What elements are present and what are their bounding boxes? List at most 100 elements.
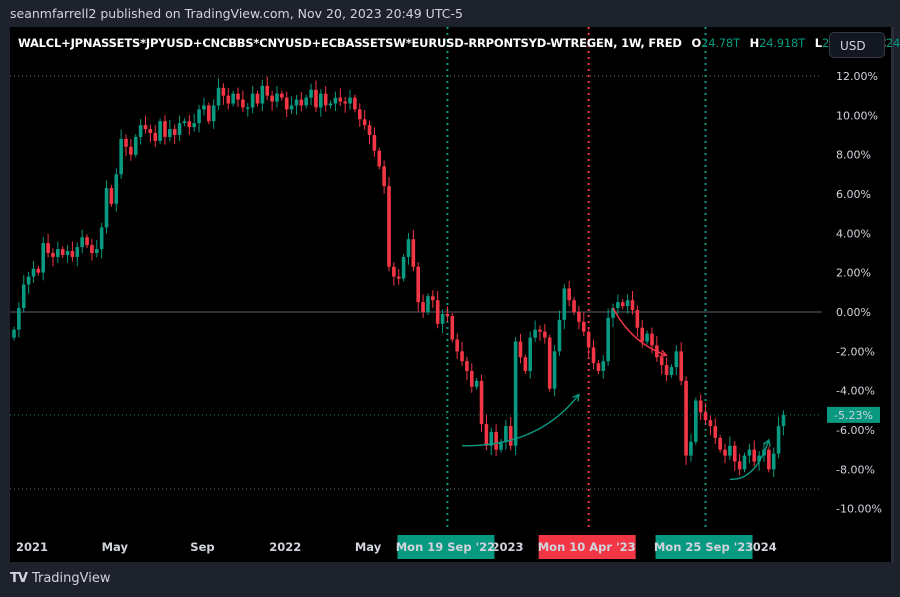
tradingview-logo-icon: TV — [10, 571, 28, 586]
last-value-label: -5.23% — [834, 409, 873, 422]
candle-body — [372, 134, 377, 151]
candle-body — [46, 243, 50, 253]
candle-body — [41, 243, 46, 273]
symbol-name[interactable]: WALCL+JPNASSETS*JPYUSD+CNCBBS*CNYUSD+ECB… — [18, 36, 682, 50]
candle-body — [650, 333, 654, 346]
candle-body — [669, 367, 674, 375]
candle-body — [703, 412, 708, 421]
candle-body — [401, 256, 406, 279]
candle-body — [60, 249, 65, 255]
candle-body — [338, 97, 343, 102]
tradingview-brand[interactable]: TV TradingView — [10, 571, 110, 586]
candle-body — [474, 380, 479, 387]
marker-date-label: Mon 25 Sep '23 — [654, 540, 753, 554]
candle-body — [182, 121, 187, 124]
candle-body — [518, 341, 523, 358]
y-tick-label: -4.00% — [836, 385, 875, 398]
candle-body — [543, 331, 547, 338]
candle-body — [231, 93, 235, 104]
candle-body — [289, 105, 294, 110]
candle-body — [270, 95, 274, 102]
candle-body — [275, 93, 279, 102]
candle-body — [294, 99, 299, 106]
candle-body — [601, 361, 606, 372]
candle-body — [552, 351, 557, 389]
candle-body — [523, 357, 528, 372]
y-tick-label: 0.00% — [836, 306, 871, 319]
vertical-markers — [446, 27, 707, 530]
candle-body — [718, 437, 722, 450]
candle-body — [216, 87, 221, 106]
candle-body — [168, 129, 172, 137]
candle-body — [104, 188, 109, 228]
candle-body — [752, 449, 757, 462]
candle-body — [133, 136, 138, 155]
candle-body — [56, 249, 60, 257]
candle-body — [421, 302, 425, 312]
candle-body — [75, 247, 80, 257]
candle-body — [143, 125, 148, 130]
candle-body — [309, 89, 313, 98]
y-tick-label: -8.00% — [836, 463, 875, 476]
candle-body — [581, 321, 586, 332]
candle-body — [36, 268, 41, 273]
candle-body — [742, 455, 747, 470]
candle-body — [265, 85, 270, 96]
currency-button[interactable]: USD — [829, 32, 885, 58]
candle-body — [250, 93, 255, 108]
candle-body — [630, 300, 635, 311]
candle-body — [138, 125, 143, 137]
candle-body — [392, 266, 396, 277]
candlestick-chart[interactable]: 12.00% 10.00% 8.00% 6.00% 4.00% 2.00% 0.00% -2.… — [0, 0, 900, 597]
x-tick-label: 2021 — [16, 540, 48, 554]
candle-body — [504, 426, 508, 442]
candle-body — [304, 97, 308, 106]
candle-body — [202, 105, 206, 110]
candle-body — [508, 426, 513, 446]
candle-body — [538, 329, 542, 332]
x-tick-label: 2023 — [491, 540, 523, 554]
time-axis: 2021 May Sep 2022 May 2023 2024Mon 19 Sep '22 M… — [16, 535, 777, 559]
candle-body — [357, 109, 362, 120]
candle-body — [596, 363, 601, 372]
candle-body — [323, 93, 328, 106]
candles — [12, 76, 786, 478]
candle-body — [51, 252, 55, 257]
candle-body — [124, 138, 128, 147]
candle-body — [435, 300, 440, 324]
y-tick-label: -2.00% — [836, 345, 875, 358]
candle-body — [591, 347, 596, 364]
candle-body — [625, 300, 630, 307]
candle-body — [90, 245, 94, 253]
marker-date-label: Mon 10 Apr '23 — [538, 540, 636, 554]
x-tick-label: 2022 — [269, 540, 301, 554]
candle-body — [562, 288, 567, 320]
candle-body — [616, 302, 620, 309]
candle-body — [771, 453, 776, 470]
y-tick-label: -10.00% — [836, 503, 882, 516]
x-tick-label: May — [102, 540, 129, 554]
x-tick-label: Sep — [190, 540, 214, 554]
candle-body — [460, 351, 464, 362]
candle-body — [377, 150, 382, 167]
candle-body — [31, 268, 36, 277]
candle-body — [319, 93, 323, 108]
candle-body — [674, 351, 679, 368]
symbol-legend[interactable]: WALCL+JPNASSETS*JPYUSD+CNCBBS*CNYUSD+ECB… — [18, 36, 900, 50]
candle-body — [280, 93, 284, 98]
y-tick-label: 6.00% — [836, 188, 871, 201]
x-tick-label: May — [355, 540, 382, 554]
candle-body — [343, 101, 347, 104]
candle-body — [85, 237, 89, 246]
candle-body — [484, 424, 489, 446]
candle-body — [767, 449, 771, 470]
candle-body — [299, 99, 304, 106]
candle-body — [469, 371, 474, 387]
candle-body — [713, 426, 718, 438]
candle-body — [411, 239, 416, 267]
y-tick-label: 12.00% — [836, 70, 878, 83]
candle-body — [177, 123, 182, 135]
candle-body — [723, 449, 727, 456]
candle-body — [314, 89, 318, 108]
candle-body — [679, 351, 683, 381]
